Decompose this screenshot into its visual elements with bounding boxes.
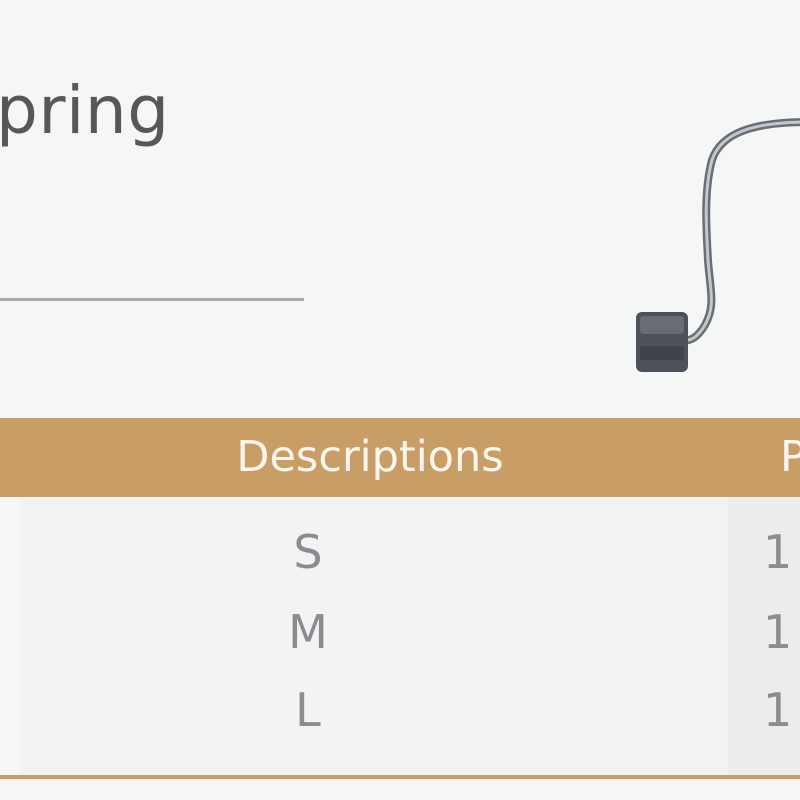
table-body: S M L 1 1 1 (0, 497, 800, 775)
table-header-row: Descriptions P (0, 418, 800, 497)
next-cell-row-2: 1 (763, 605, 793, 659)
title-divider (0, 298, 304, 301)
table-left-edge (0, 497, 20, 775)
next-cell-row-1: 1 (763, 525, 793, 579)
size-cell-s: S (293, 525, 323, 579)
size-cell-l: L (295, 683, 321, 737)
product-title: pring (0, 72, 170, 149)
header-next-column: P (780, 432, 800, 482)
table-bottom-border (0, 775, 800, 779)
next-cell-row-3: 1 (763, 683, 793, 737)
size-cell-m: M (288, 605, 328, 659)
header-descriptions: Descriptions (236, 432, 504, 482)
hook-product-image (636, 118, 800, 372)
